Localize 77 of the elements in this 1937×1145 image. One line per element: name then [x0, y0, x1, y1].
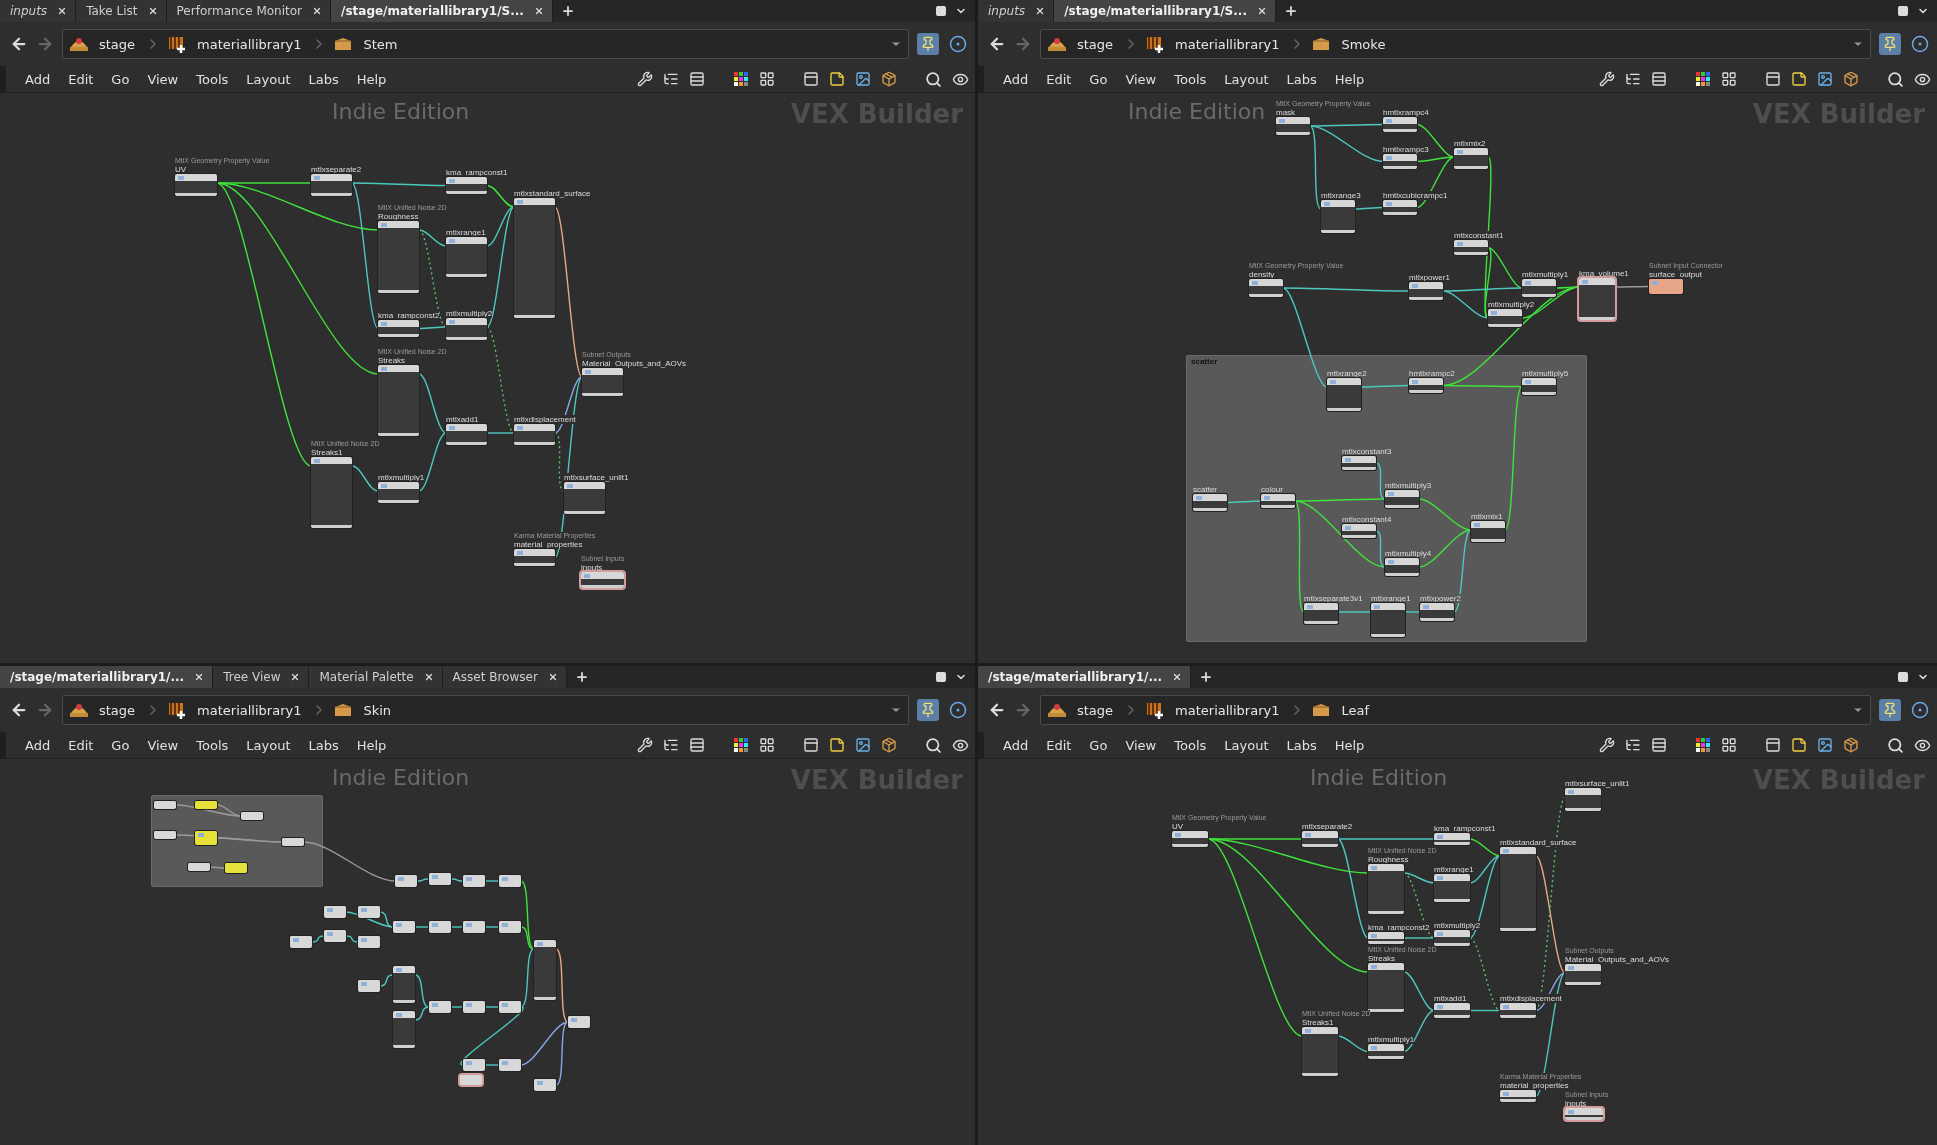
menu-item[interactable]: Edit	[1037, 71, 1081, 87]
path-segment[interactable]: materiallibrary1	[193, 36, 306, 52]
menu-item[interactable]: Help	[1325, 737, 1374, 753]
path-field[interactable]: stage materiallibrary1 Stem	[62, 29, 909, 59]
network-box-title: scatter	[1191, 357, 1218, 366]
node-label: Material_Outputs_and_AOVs	[582, 359, 687, 368]
menu-item[interactable]: Labs	[299, 71, 348, 87]
menu-item[interactable]: Layout	[237, 71, 300, 87]
menu-item[interactable]: Tools	[1165, 71, 1216, 87]
path-segment[interactable]: Stem	[359, 36, 402, 52]
menu-item[interactable]: View	[1116, 71, 1166, 87]
path-segment[interactable]: stage	[95, 36, 140, 52]
path-segment[interactable]: Smoke	[1337, 36, 1390, 52]
node-label: mtlxseparate3v1	[1304, 594, 1363, 603]
menu-item[interactable]: Labs	[299, 737, 348, 753]
path-segment[interactable]: materiallibrary1	[1171, 36, 1284, 52]
menu-item[interactable]: Help	[347, 737, 396, 753]
node-label: surface_output	[1649, 270, 1702, 279]
path-segment[interactable]: stage	[95, 702, 140, 718]
menu-item[interactable]: Go	[1080, 71, 1117, 87]
pane-tab[interactable]: /stage/materiallibrary1/S...	[1054, 0, 1276, 22]
menu-item[interactable]: Layout	[1215, 737, 1278, 753]
node-label: kma_rampconst2	[1368, 923, 1430, 932]
menu-item[interactable]: Labs	[1277, 737, 1326, 753]
edition-watermark: Indie Edition	[332, 99, 470, 124]
node-label: mtlxsurface_unlit1	[1565, 779, 1630, 788]
menu-item[interactable]: Tools	[1165, 737, 1216, 753]
menu-item[interactable]: Add	[16, 737, 60, 753]
path-segment[interactable]: Leaf	[1337, 702, 1373, 718]
node-label: Material_Outputs_and_AOVs	[1565, 955, 1670, 964]
node-label: hmtlxcubicrampc1	[1383, 191, 1448, 200]
menu-item[interactable]: Go	[1080, 737, 1117, 753]
path-segment[interactable]: stage	[1073, 702, 1118, 718]
node-label: material_properties	[514, 540, 583, 549]
pane-tab[interactable]: inputs	[978, 0, 1055, 22]
path-field[interactable]: stage materiallibrary1 Leaf	[1040, 695, 1871, 725]
path-segment[interactable]: stage	[1073, 36, 1118, 52]
pane-tab[interactable]: Material Palette	[309, 666, 443, 688]
pane-tab[interactable]: /stage/materiallibrary1/...	[978, 666, 1192, 688]
menu-item[interactable]: Add	[994, 737, 1038, 753]
node-label: mtlxstandard_surface	[514, 189, 591, 198]
path-segment[interactable]: Skin	[359, 702, 396, 718]
menu-item[interactable]: Add	[994, 71, 1038, 87]
menu-item[interactable]: View	[1116, 737, 1166, 753]
menu-item[interactable]: Tools	[187, 737, 238, 753]
node-label: kma_rampconst1	[1434, 824, 1496, 833]
menu-item[interactable]: Help	[1325, 71, 1374, 87]
pane-tab[interactable]: Tree View	[213, 666, 310, 688]
menu-item[interactable]: View	[138, 737, 188, 753]
pane-tab[interactable]: Asset Browser	[442, 666, 567, 688]
menu-item[interactable]: Layout	[237, 737, 300, 753]
pane-tab[interactable]: Performance Monitor	[166, 0, 331, 22]
menu-item[interactable]: Labs	[1277, 71, 1326, 87]
path-segment[interactable]: materiallibrary1	[193, 702, 306, 718]
path-field[interactable]: stage materiallibrary1 Skin	[62, 695, 909, 725]
pane-tab[interactable]: inputs	[0, 0, 77, 22]
menu-item[interactable]: Edit	[1037, 737, 1081, 753]
path-segment[interactable]: materiallibrary1	[1171, 702, 1284, 718]
pane-tab[interactable]: /stage/materiallibrary1/...	[0, 666, 214, 688]
menu-item[interactable]: Go	[102, 71, 139, 87]
pane-tab[interactable]: /stage/materiallibrary1/S...	[331, 0, 553, 22]
menu-item[interactable]: View	[138, 71, 188, 87]
menu-item[interactable]: Add	[16, 71, 60, 87]
menu-item[interactable]: Help	[347, 71, 396, 87]
menu-item[interactable]: Tools	[187, 71, 238, 87]
node-label: mtlxdisplacement	[1500, 994, 1562, 1003]
pane-tab[interactable]: Take List	[76, 0, 167, 22]
node-label: material_properties	[1500, 1081, 1569, 1090]
node-label: mtlxstandard_surface	[1500, 838, 1577, 847]
menu-item[interactable]: Layout	[1215, 71, 1278, 87]
menu-item[interactable]: Go	[102, 737, 139, 753]
edition-watermark: Indie Edition	[1128, 99, 1266, 124]
edition-watermark: Indie Edition	[332, 765, 470, 790]
path-field[interactable]: stage materiallibrary1 Smoke	[1040, 29, 1871, 59]
menu-item[interactable]: Edit	[59, 737, 103, 753]
edition-watermark: Indie Edition	[1310, 765, 1448, 790]
menu-item[interactable]: Edit	[59, 71, 103, 87]
